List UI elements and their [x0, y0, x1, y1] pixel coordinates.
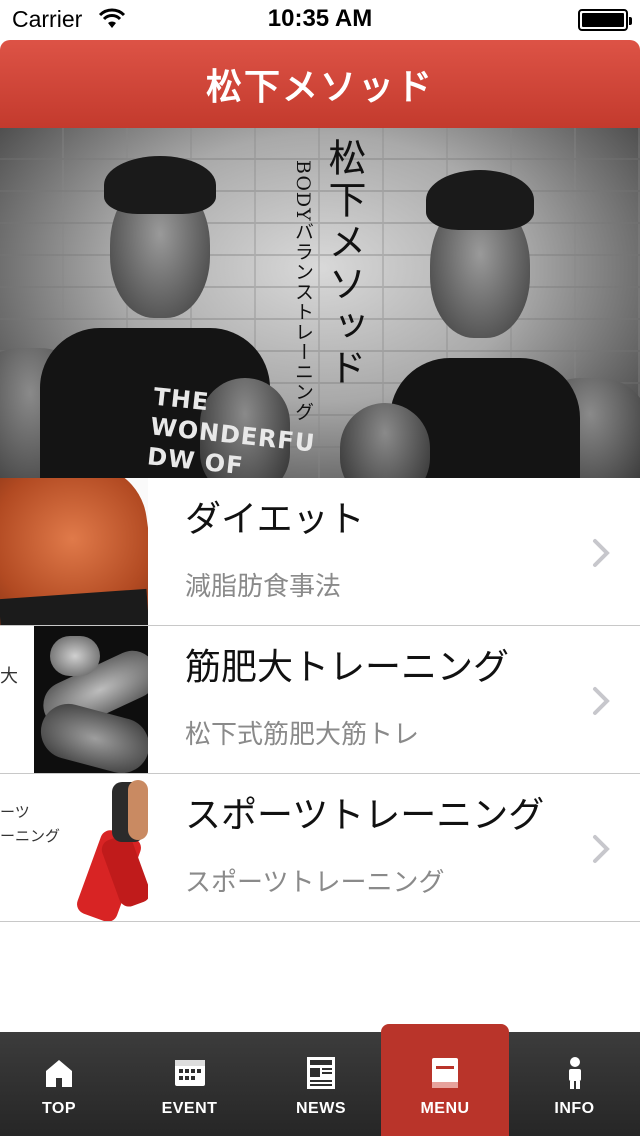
battery-icon: [578, 9, 632, 31]
list-item-sports[interactable]: ーツ ーニング スポーツトレーニング スポーツトレーニング: [0, 774, 640, 922]
list-item-hypertrophy[interactable]: 大 筋肥大トレーニング 松下式筋肥大筋トレ: [0, 626, 640, 774]
list-item-subtitle: 減脂肪食事法: [185, 572, 342, 602]
tab-bar: TOP EVENT NEWS MENU INFO: [0, 1024, 640, 1136]
tab-top[interactable]: TOP: [0, 1032, 118, 1136]
info-person-icon: [568, 1057, 581, 1089]
home-icon: [46, 1060, 72, 1087]
clock: 10:35 AM: [267, 5, 373, 32]
chevron-right-icon: [593, 687, 610, 715]
hero-banner: THE WONDERFU DW OF 松下メソッド BODYバランストレーニング: [0, 128, 640, 478]
chevron-right-icon: [593, 835, 610, 863]
hypertrophy-thumbnail: 大: [0, 626, 148, 773]
calendar-icon: [174, 1060, 205, 1086]
diet-thumbnail: [0, 478, 148, 625]
tab-menu[interactable]: MENU: [381, 1024, 509, 1136]
list-item-subtitle: 松下式筋肥大筋トレ: [185, 720, 420, 750]
menu-book-icon: [432, 1058, 458, 1088]
page-title: 松下メソッド: [205, 67, 434, 108]
chevron-right-icon: [593, 539, 610, 567]
list-item-subtitle: スポーツトレーニング: [185, 868, 445, 898]
hero-subtitle: BODYバランストレーニング: [292, 160, 314, 422]
tab-event[interactable]: EVENT: [118, 1032, 261, 1136]
list-item-title: スポーツトレーニング: [185, 795, 545, 836]
tab-news[interactable]: NEWS: [261, 1032, 381, 1136]
hero-title: 松下メソッド: [322, 138, 366, 390]
tab-info[interactable]: INFO: [509, 1032, 640, 1136]
navigation-bar: 松下メソッド: [0, 40, 640, 128]
trainer-right-image: [340, 128, 640, 478]
trainer-left-image: THE WONDERFU DW OF: [0, 128, 320, 478]
list-item-title: ダイエット: [185, 499, 365, 540]
list-item-title: 筋肥大トレーニング: [185, 647, 510, 688]
list-item-diet[interactable]: ダイエット 減脂肪食事法: [0, 478, 640, 626]
sports-thumbnail: ーツ ーニング: [0, 774, 148, 921]
newspaper-icon: [307, 1057, 335, 1089]
status-bar: Carrier 10:35 AM: [0, 0, 640, 40]
menu-list: ダイエット 減脂肪食事法 大 筋肥大トレーニング 松下式筋肥大筋トレ ーツ ーニ…: [0, 478, 640, 922]
